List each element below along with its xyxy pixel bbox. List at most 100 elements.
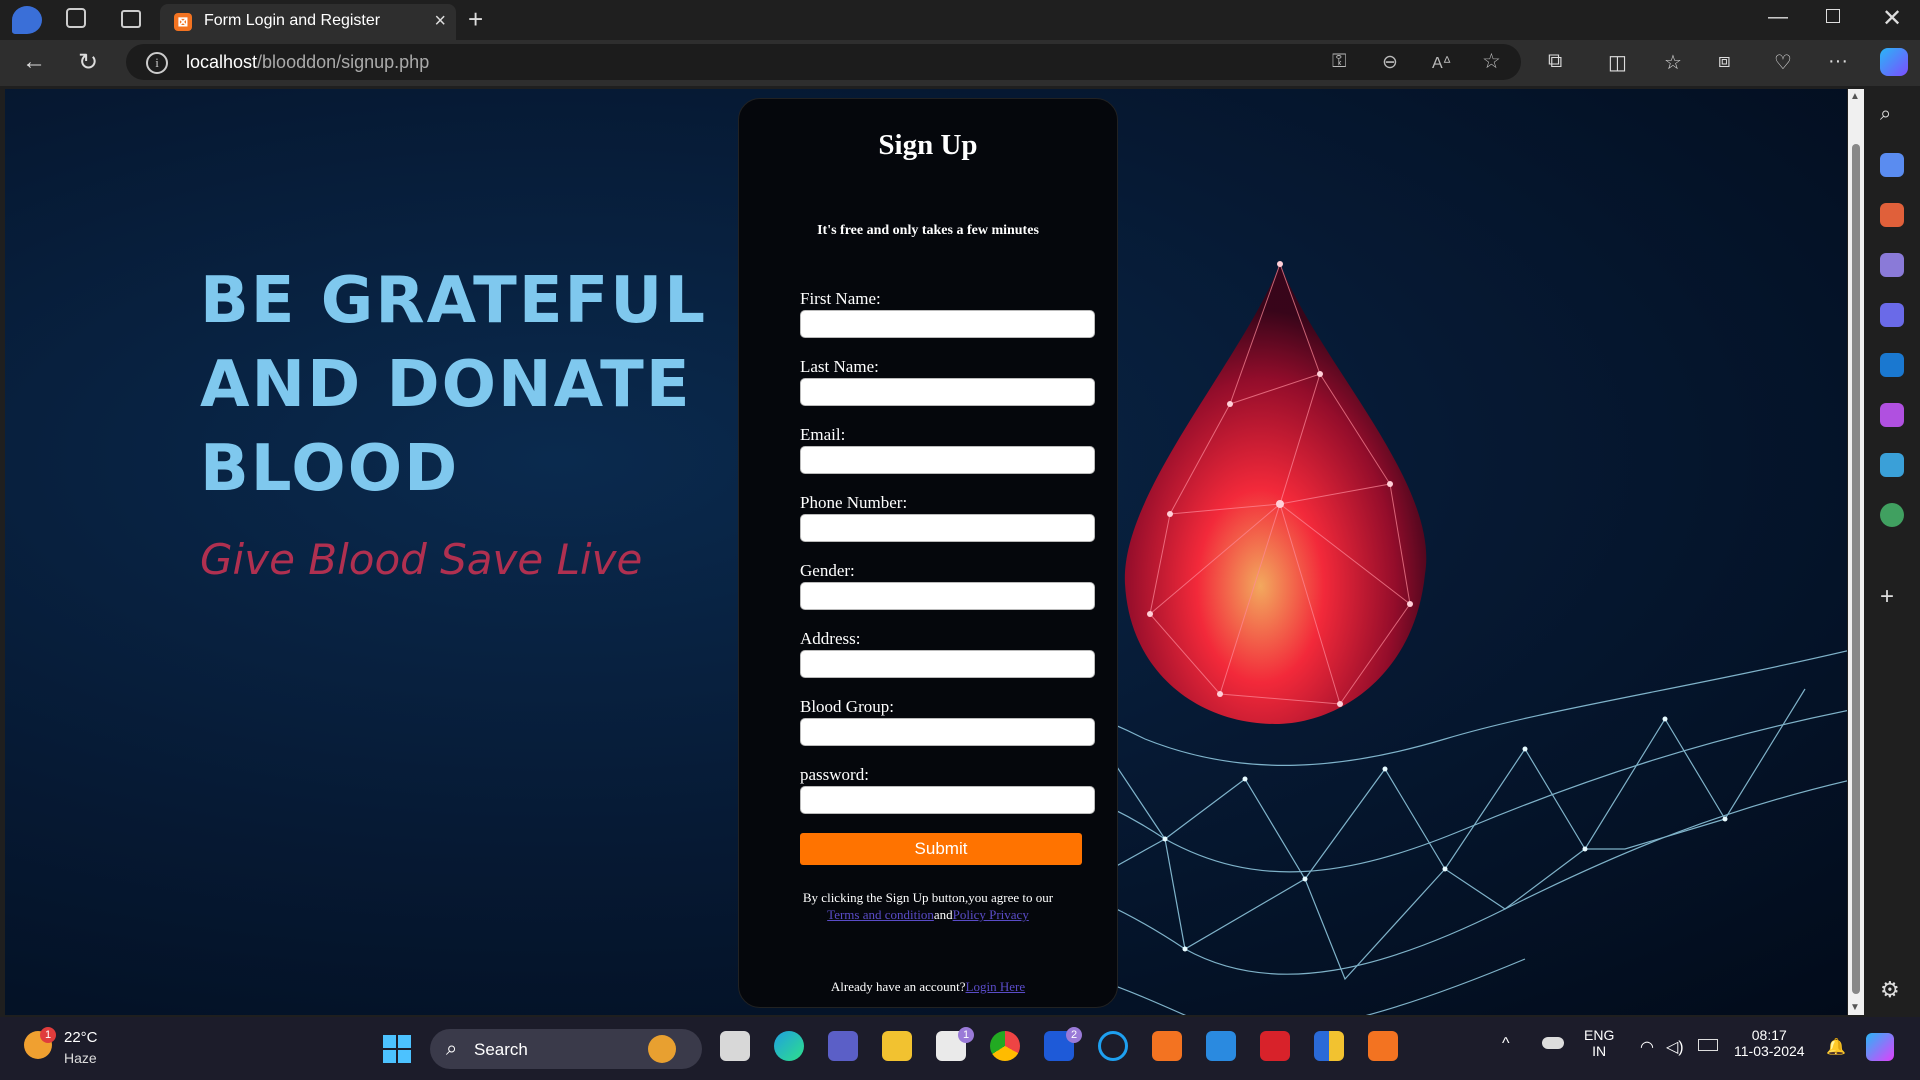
zoom-out-icon[interactable]: ⊖	[1382, 51, 1398, 74]
vscode-icon[interactable]	[1206, 1031, 1236, 1061]
edge-taskbar-icon[interactable]	[774, 1031, 804, 1061]
scroll-up-icon[interactable]: ▲	[1850, 91, 1860, 102]
phone-label: Phone Number:	[800, 493, 908, 512]
submit-button[interactable]: Submit	[800, 833, 1082, 865]
favorites-icon[interactable]: ☆	[1664, 50, 1682, 75]
scroll-down-icon[interactable]: ▼	[1850, 1002, 1860, 1013]
last-name-input[interactable]	[800, 378, 1095, 406]
collections-icon[interactable]: ⧈	[1718, 50, 1731, 73]
minimize-icon[interactable]: —	[1768, 6, 1788, 29]
signup-heading: Sign Up	[878, 129, 978, 161]
blood-group-input[interactable]	[800, 718, 1095, 746]
shopping-icon[interactable]	[1880, 153, 1904, 177]
browser-essentials-icon[interactable]: ♡	[1774, 50, 1792, 75]
page-viewport: BE GRATEFUL AND DONATE BLOOD Give Blood …	[5, 89, 1847, 1015]
terms-and: and	[933, 907, 953, 922]
first-name-input[interactable]	[800, 310, 1095, 338]
search-icon: ⌕	[446, 1038, 458, 1060]
signup-card: Sign Up It's free and only takes a few m…	[738, 98, 1118, 1008]
login-link[interactable]: Login Here	[966, 979, 1026, 994]
back-icon[interactable]: ←	[22, 48, 46, 76]
edge-sidebar: ⌕ + ⚙	[1866, 89, 1920, 1017]
search-icon[interactable]: ⌕	[1880, 103, 1904, 127]
send-icon[interactable]	[1880, 453, 1904, 477]
xampp-control-icon[interactable]	[1368, 1031, 1398, 1061]
extensions-icon[interactable]: ⧉	[1548, 50, 1562, 73]
temperature[interactable]: 22°C	[64, 1029, 98, 1046]
blood-group-label: Blood Group:	[800, 697, 894, 716]
volume-icon[interactable]: ◁)	[1666, 1037, 1684, 1057]
restore-icon[interactable]	[1826, 9, 1840, 23]
terms-prefix: By clicking the Sign Up button,you agree…	[802, 890, 1054, 905]
browser-tab-bar: ⊠ Form Login and Register × + — ✕	[0, 0, 1920, 40]
microsoft365-icon[interactable]	[1880, 303, 1904, 327]
gender-input[interactable]	[800, 582, 1095, 610]
password-input[interactable]	[800, 786, 1095, 814]
signup-tagline: It's free and only takes a few minutes	[817, 223, 1039, 238]
profile-avatar-icon[interactable]	[12, 6, 42, 34]
wifi-icon[interactable]: ◠	[1640, 1037, 1654, 1057]
workspaces-icon[interactable]	[66, 8, 86, 28]
taskbar-search[interactable]: ⌕ Search	[430, 1029, 702, 1069]
mcafee-icon[interactable]	[1260, 1031, 1290, 1061]
sidebar-settings-icon[interactable]: ⚙	[1880, 977, 1904, 1002]
split-screen-icon[interactable]: ◫	[1608, 50, 1627, 75]
first-name-label: First Name:	[800, 289, 881, 308]
url-text[interactable]: localhost/blooddon/signup.php	[186, 52, 429, 73]
file-explorer-icon[interactable]	[882, 1031, 912, 1061]
store-badge: 1	[958, 1027, 974, 1043]
page-scrollbar[interactable]: ▲ ▼	[1848, 89, 1864, 1015]
terms-text: By clicking the Sign Up button,you agree…	[739, 889, 1117, 923]
windows-start-icon[interactable]	[383, 1035, 411, 1063]
onedrive-icon[interactable]	[1542, 1037, 1564, 1049]
read-aloud-icon[interactable]: Aᐞ	[1432, 53, 1451, 73]
add-sidebar-icon[interactable]: +	[1880, 583, 1904, 610]
tools-icon[interactable]	[1880, 203, 1904, 227]
gender-label: Gender:	[800, 561, 855, 580]
cortana-icon[interactable]	[1098, 1031, 1128, 1061]
vertical-tabs-icon[interactable]	[121, 10, 141, 28]
tab-active[interactable]: ⊠ Form Login and Register ×	[160, 4, 456, 40]
address-input[interactable]	[800, 650, 1095, 678]
battery-icon[interactable]	[1698, 1039, 1718, 1051]
designer-icon[interactable]	[1880, 403, 1904, 427]
tray-overflow-icon[interactable]: ^	[1502, 1035, 1510, 1053]
defender-icon[interactable]	[1314, 1031, 1344, 1061]
weather-condition[interactable]: Haze	[64, 1050, 97, 1066]
chrome-icon[interactable]	[990, 1031, 1020, 1061]
hero-text: BE GRATEFUL AND DONATE BLOOD Give Blood …	[200, 259, 760, 584]
taskbar-search-label: Search	[474, 1040, 528, 1059]
tab-close-icon[interactable]: ×	[434, 10, 446, 33]
address-label: Address:	[800, 629, 861, 648]
close-window-icon[interactable]: ✕	[1882, 4, 1902, 33]
teams-icon[interactable]	[828, 1031, 858, 1061]
scroll-thumb[interactable]	[1852, 144, 1860, 994]
outlook-icon[interactable]	[1880, 353, 1904, 377]
xampp-favicon-icon: ⊠	[174, 13, 192, 31]
address-bar[interactable]: i localhost/blooddon/signup.php ⚿ ⊖ Aᐞ ☆	[126, 44, 1521, 80]
games-icon[interactable]	[1880, 253, 1904, 277]
notifications-icon[interactable]: 🔔	[1826, 1037, 1846, 1057]
address-bar-row: ← ↻ i localhost/blooddon/signup.php ⚿ ⊖ …	[0, 40, 1920, 86]
site-info-icon[interactable]: i	[146, 52, 168, 74]
clock[interactable]: 08:17 11-03-2024	[1734, 1027, 1805, 1059]
more-menu-icon[interactable]: ···	[1828, 50, 1848, 73]
email-label: Email:	[800, 425, 846, 444]
tree-icon[interactable]	[1880, 503, 1904, 527]
phone-input[interactable]	[800, 514, 1095, 542]
new-tab-icon[interactable]: +	[468, 4, 483, 35]
privacy-link[interactable]: Policy Privacy	[953, 907, 1029, 922]
terms-link[interactable]: Terms and condition	[827, 907, 934, 922]
key-icon[interactable]: ⚿	[1332, 51, 1346, 73]
refresh-icon[interactable]: ↻	[78, 48, 98, 77]
hero-title: BE GRATEFUL AND DONATE BLOOD	[200, 264, 707, 506]
favorite-star-icon[interactable]: ☆	[1482, 49, 1501, 74]
task-view-icon[interactable]	[720, 1031, 750, 1061]
copilot-icon[interactable]	[1880, 48, 1908, 76]
copilot-taskbar-icon[interactable]	[1866, 1033, 1894, 1061]
email-input[interactable]	[800, 446, 1095, 474]
last-name-label: Last Name:	[800, 357, 879, 376]
search-highlight-icon	[648, 1035, 676, 1063]
language-indicator[interactable]: ENG IN	[1584, 1027, 1614, 1059]
xampp-icon[interactable]	[1152, 1031, 1182, 1061]
